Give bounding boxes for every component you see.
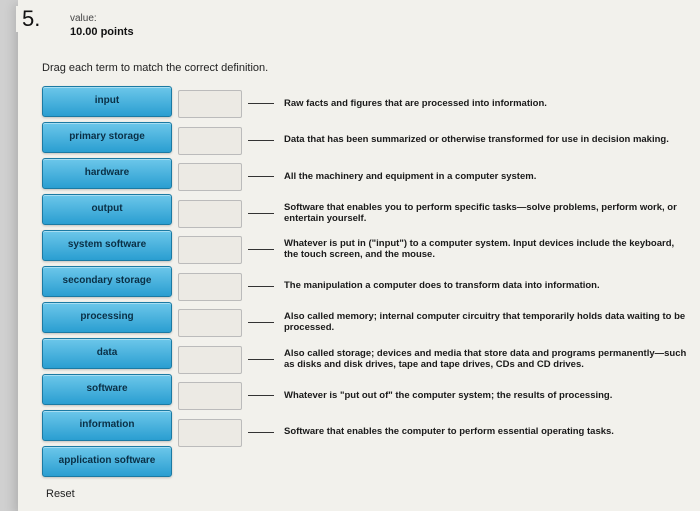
matching-area: input primary storage hardware output sy… [42, 86, 696, 500]
drop-slot[interactable] [178, 382, 242, 410]
term-tile[interactable]: processing [42, 302, 172, 333]
definition-text: Software that enables the computer to pe… [284, 415, 696, 452]
definition-text: The manipulation a computer does to tran… [284, 269, 696, 306]
drop-slot[interactable] [178, 200, 242, 228]
term-tile[interactable]: input [42, 86, 172, 117]
definition-text: Also called memory; internal computer ci… [284, 305, 696, 342]
question-number: 5. [16, 6, 46, 32]
reset-button[interactable]: Reset [42, 488, 172, 500]
points-value: 10.00 points [70, 25, 134, 39]
definitions-column: Raw facts and figures that are processed… [284, 86, 696, 500]
question-panel: 5. value: 10.00 points Drag each term to… [18, 0, 700, 511]
drop-slot[interactable] [178, 90, 242, 118]
drop-slot[interactable] [178, 273, 242, 301]
connector-line [248, 176, 274, 177]
drop-slot[interactable] [178, 346, 242, 374]
connector-line [248, 322, 274, 323]
term-tile[interactable]: secondary storage [42, 266, 172, 297]
drop-slot[interactable] [178, 419, 242, 447]
definition-text: Whatever is put in ("input") to a comput… [284, 232, 696, 269]
value-label: value: [70, 12, 134, 25]
definition-text: Whatever is "put out of" the computer sy… [284, 378, 696, 415]
question-header: value: 10.00 points [70, 12, 134, 39]
term-tile[interactable]: primary storage [42, 122, 172, 153]
term-tile[interactable]: data [42, 338, 172, 369]
term-tile[interactable]: output [42, 194, 172, 225]
connector-line [248, 213, 274, 214]
connector-line [248, 432, 274, 433]
definition-text: All the machinery and equipment in a com… [284, 159, 696, 196]
drop-slot[interactable] [178, 309, 242, 337]
definition-text: Also called storage; devices and media t… [284, 342, 696, 379]
connector-line [248, 249, 274, 250]
term-tile[interactable]: application software [42, 446, 172, 477]
connector-line [248, 103, 274, 104]
drop-slots-column [178, 86, 278, 500]
drop-slot[interactable] [178, 163, 242, 191]
term-tile[interactable]: information [42, 410, 172, 441]
prompt-text: Drag each term to match the correct defi… [42, 62, 268, 74]
connector-line [248, 359, 274, 360]
definition-text: Raw facts and figures that are processed… [284, 86, 696, 123]
definition-text: Data that has been summarized or otherwi… [284, 123, 696, 160]
term-tile[interactable]: hardware [42, 158, 172, 189]
connector-line [248, 286, 274, 287]
connector-line [248, 395, 274, 396]
term-tile[interactable]: software [42, 374, 172, 405]
term-tile[interactable]: system software [42, 230, 172, 261]
terms-column: input primary storage hardware output sy… [42, 86, 172, 500]
connector-line [248, 140, 274, 141]
definition-text: Software that enables you to perform spe… [284, 196, 696, 233]
drop-slot[interactable] [178, 236, 242, 264]
drop-slot[interactable] [178, 127, 242, 155]
